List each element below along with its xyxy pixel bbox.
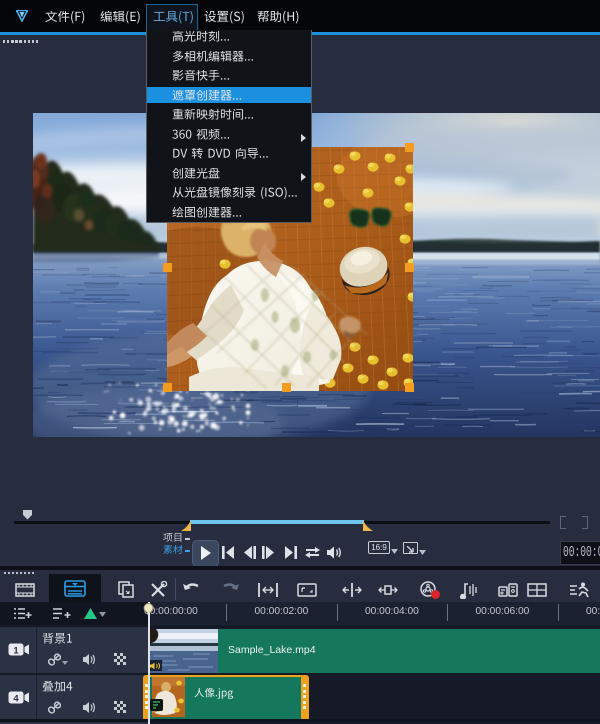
svg-text:1: 1: [13, 646, 19, 657]
svg-text:4: 4: [13, 694, 19, 705]
